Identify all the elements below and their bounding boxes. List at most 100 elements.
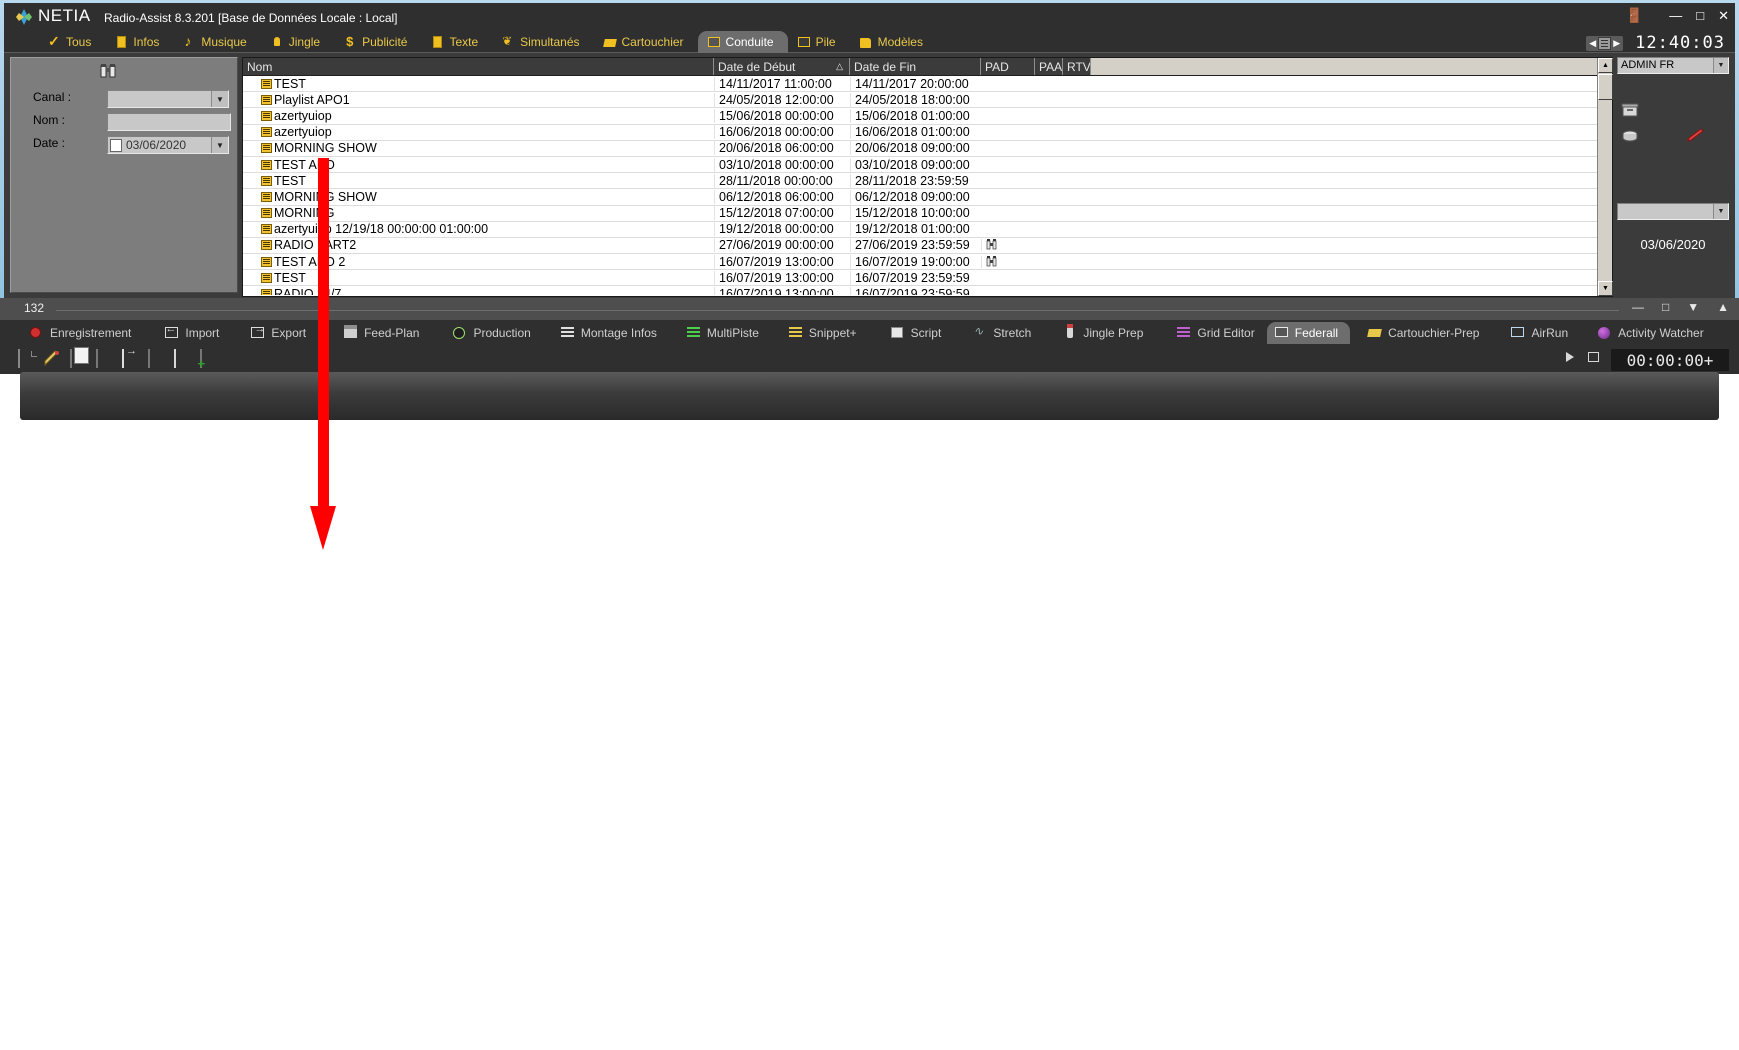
chevron-down-icon[interactable]: [211, 91, 228, 107]
chevron-down-icon[interactable]: [1713, 58, 1728, 73]
status-collapse-button[interactable]: ▼: [1687, 300, 1699, 314]
open-folder-icon[interactable]: [226, 350, 246, 369]
app-tab-grid-editor[interactable]: Grid Editor: [1169, 322, 1266, 344]
app-tab-montage-infos[interactable]: Montage Infos: [553, 322, 669, 344]
table-row[interactable]: azertyuiop 16/06/2018 00:00:00 16/06/2018 …: [243, 125, 1612, 141]
app-tab-jingle-prep[interactable]: Jingle Prep: [1055, 322, 1155, 344]
table-row[interactable]: MORNING SHOW 06/12/2018 06:00:00 06/12/201…: [243, 189, 1612, 206]
canal-select[interactable]: [107, 90, 229, 108]
app-tab-label: Stretch: [993, 326, 1032, 340]
calendar-checkbox-icon[interactable]: [110, 139, 122, 152]
column-header-date-debut[interactable]: Date de Début △: [714, 58, 850, 75]
tab-jingle[interactable]: Jingle: [261, 31, 334, 53]
app-tab-activity-watcher[interactable]: Activity Watcher: [1590, 322, 1716, 344]
tab-cartouchier[interactable]: Cartouchier: [594, 31, 698, 53]
simulcast-icon: [502, 34, 515, 49]
table-row[interactable]: TEST APO 03/10/2018 00:00:00 03/10/2018 09…: [243, 157, 1612, 174]
cell-nom-text: TEST: [274, 270, 306, 285]
list-vertical-scrollbar[interactable]: ▲ ▼: [1597, 58, 1613, 296]
tab-texte[interactable]: Texte: [421, 31, 492, 53]
app-tab-import[interactable]: Import: [157, 322, 231, 344]
list-view-icon[interactable]: [1598, 36, 1612, 50]
archive-icon[interactable]: [1621, 102, 1639, 118]
column-header-paa[interactable]: PAA: [1035, 58, 1063, 75]
table-row[interactable]: azertyuiop 12/19/18 00:00:00 01:00:00 19/…: [243, 222, 1612, 238]
app-tab-production[interactable]: Production: [445, 322, 542, 344]
tab-publicite[interactable]: Publicité: [334, 31, 421, 53]
item-count: 132: [24, 301, 45, 315]
logout-icon[interactable]: 🚪: [1626, 8, 1643, 22]
new-document-icon[interactable]: [18, 348, 38, 369]
app-tab-snippet-[interactable]: Snippet+: [781, 322, 869, 344]
pen-edit-icon[interactable]: [1687, 129, 1705, 143]
column-header-rtv[interactable]: RTV: [1063, 58, 1091, 75]
secondary-select[interactable]: [1617, 203, 1729, 220]
table-row[interactable]: TEST 14/11/2017 11:00:00 14/11/2017 20:00:…: [243, 76, 1612, 93]
secondary-window: 132 — □ ▼ ▲ Enregistrement Import Export Fe…: [0, 298, 1739, 1050]
table-row[interactable]: TEST 16/07/2019 13:00:00 16/07/2019 23:59:…: [243, 270, 1612, 287]
status-restore-button[interactable]: □: [1662, 300, 1669, 314]
table-row[interactable]: RADIO 24/7 16/07/2019 13:00:00 16/07/2019 …: [243, 286, 1612, 295]
app-tab-export[interactable]: Export: [243, 322, 318, 344]
table-row[interactable]: TEST 28/11/2018 00:00:00 28/11/2018 23:59:…: [243, 173, 1612, 190]
app-tab-feed-plan[interactable]: Feed-Plan: [336, 322, 431, 344]
tab-simultanes[interactable]: Simultanés: [492, 31, 593, 53]
app-tab-stretch[interactable]: Stretch: [965, 322, 1043, 344]
tab-conduite[interactable]: Conduite: [697, 31, 788, 53]
print-icon[interactable]: [96, 348, 116, 369]
stop-icon[interactable]: [1588, 352, 1599, 362]
app-tab-federall[interactable]: Federall: [1266, 322, 1351, 344]
table-row[interactable]: RADIO PART2 27/06/2019 00:00:00 27/06/2019…: [243, 238, 1612, 255]
app-tab-label: Production: [473, 326, 531, 340]
tab-musique[interactable]: Musique: [173, 31, 260, 53]
tab-tous[interactable]: Tous: [38, 31, 105, 53]
app-tab-script[interactable]: Script: [883, 322, 954, 344]
table-row[interactable]: TEST APO 2 16/07/2019 13:00:00 16/07/2019 …: [243, 254, 1612, 271]
scroll-up-button[interactable]: ▲: [1598, 58, 1613, 73]
view-nav-control[interactable]: ◀ ▶: [1586, 35, 1624, 51]
table-row[interactable]: Playlist APO1 24/05/2018 12:00:00 24/05/20…: [243, 92, 1612, 109]
app-tab-airrun[interactable]: AirRun: [1503, 322, 1580, 344]
tab-pile[interactable]: Pile: [788, 31, 850, 53]
user-select[interactable]: ADMIN FR: [1617, 57, 1729, 74]
chevron-down-icon[interactable]: [211, 137, 228, 153]
editor-waveform-panel[interactable]: [20, 372, 1719, 420]
magic-wand-icon[interactable]: [44, 349, 64, 369]
import-icon: [165, 323, 179, 339]
app-tab-cartouchier-prep[interactable]: Cartouchier-Prep: [1360, 322, 1491, 344]
next-icon[interactable]: ▶: [1613, 38, 1620, 49]
column-header-filler: [1091, 58, 1612, 75]
play-icon[interactable]: [1566, 352, 1574, 362]
status-expand-button[interactable]: ▲: [1717, 300, 1729, 314]
minimize-button[interactable]: —: [1669, 9, 1682, 22]
close-button[interactable]: ✕: [1718, 9, 1729, 22]
app-tab-multipiste[interactable]: MultiPiste: [679, 322, 771, 344]
tab-infos[interactable]: Infos: [105, 31, 173, 53]
export-arrow-icon[interactable]: [122, 348, 142, 369]
cell-nom: RADIO 24/7: [243, 287, 714, 295]
print-preview-icon[interactable]: [148, 348, 168, 369]
column-header-pad[interactable]: PAD: [981, 58, 1035, 75]
date-picker[interactable]: 03/06/2020: [107, 136, 229, 154]
column-header-nom[interactable]: Nom: [243, 58, 714, 75]
jingle-prep-icon: [1063, 324, 1077, 339]
tab-modeles[interactable]: Modèles: [850, 31, 937, 53]
scroll-down-button[interactable]: ▼: [1598, 281, 1613, 296]
column-header-date-fin[interactable]: Date de Fin: [850, 58, 981, 75]
prev-icon[interactable]: ◀: [1589, 38, 1596, 49]
filter-binoculars-icon[interactable]: [99, 64, 117, 80]
nom-input[interactable]: [107, 113, 231, 131]
maximize-button[interactable]: □: [1696, 9, 1704, 22]
table-row[interactable]: MORNING 15/12/2018 07:00:00 15/12/2018 10:…: [243, 206, 1612, 222]
monitor-icon[interactable]: [174, 348, 194, 369]
table-row[interactable]: azertyuiop 15/06/2018 00:00:00 15/06/2018 …: [243, 108, 1612, 125]
drum-icon[interactable]: [1621, 128, 1639, 144]
add-item-icon[interactable]: [200, 348, 220, 369]
copy-icon[interactable]: [70, 348, 90, 369]
status-minimize-button[interactable]: —: [1632, 300, 1644, 314]
table-row[interactable]: MORNING SHOW 20/06/2018 06:00:00 20/06/201…: [243, 141, 1612, 157]
chevron-down-icon[interactable]: [1713, 204, 1728, 219]
app-tab-enregistrement[interactable]: Enregistrement: [22, 322, 143, 344]
grid-editor-icon: [1177, 327, 1191, 339]
scroll-thumb[interactable]: [1598, 74, 1613, 100]
